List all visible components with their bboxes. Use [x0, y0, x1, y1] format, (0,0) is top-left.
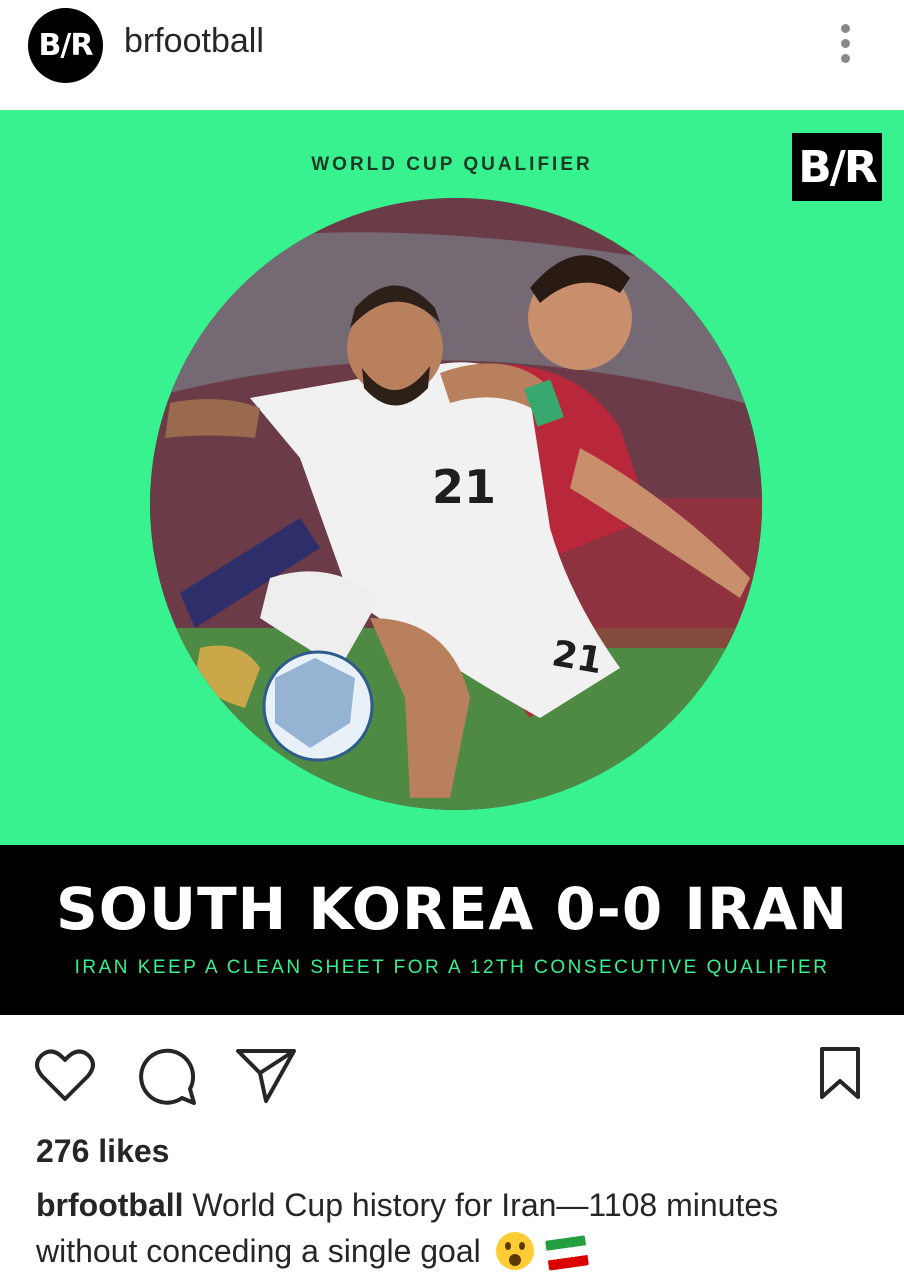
face-screaming-emoji-icon [495, 1232, 534, 1270]
iran-flag-emoji-icon [544, 1235, 589, 1271]
post-kicker: WORLD CUP QUALIFIER [311, 154, 593, 175]
post-username[interactable]: brfootball [124, 22, 264, 61]
likes-count[interactable]: 276 likes [36, 1133, 169, 1170]
bookmark-icon[interactable] [818, 1045, 862, 1101]
comment-icon[interactable] [136, 1045, 198, 1107]
post-caption: brfootball World Cup history for Iran—11… [36, 1182, 876, 1274]
score-headline: SOUTH KOREA 0-0 IRAN [55, 875, 849, 943]
shorts-number: 21 [549, 633, 605, 682]
br-logo-text: B/R [798, 141, 877, 193]
br-logo: B/R [792, 133, 882, 201]
post-header: B/R brfootball [0, 0, 904, 110]
jersey-number: 21 [432, 460, 496, 514]
score-subline: IRAN KEEP A CLEAN SHEET FOR A 12TH CONSE… [74, 957, 830, 978]
profile-avatar[interactable]: B/R [28, 8, 103, 83]
more-options-icon[interactable] [832, 24, 858, 70]
share-icon[interactable] [234, 1047, 298, 1105]
score-banner: SOUTH KOREA 0-0 IRAN IRAN KEEP A CLEAN S… [0, 845, 904, 1015]
post-actions [0, 1015, 904, 1125]
heart-icon[interactable] [34, 1047, 96, 1103]
player-photo: 21 21 [150, 198, 762, 810]
player-illustration: 21 21 [150, 198, 762, 810]
caption-username[interactable]: brfootball [36, 1187, 184, 1223]
avatar-text: B/R [38, 28, 94, 63]
post-image[interactable]: WORLD CUP QUALIFIER B/R 21 21 [0, 110, 904, 845]
